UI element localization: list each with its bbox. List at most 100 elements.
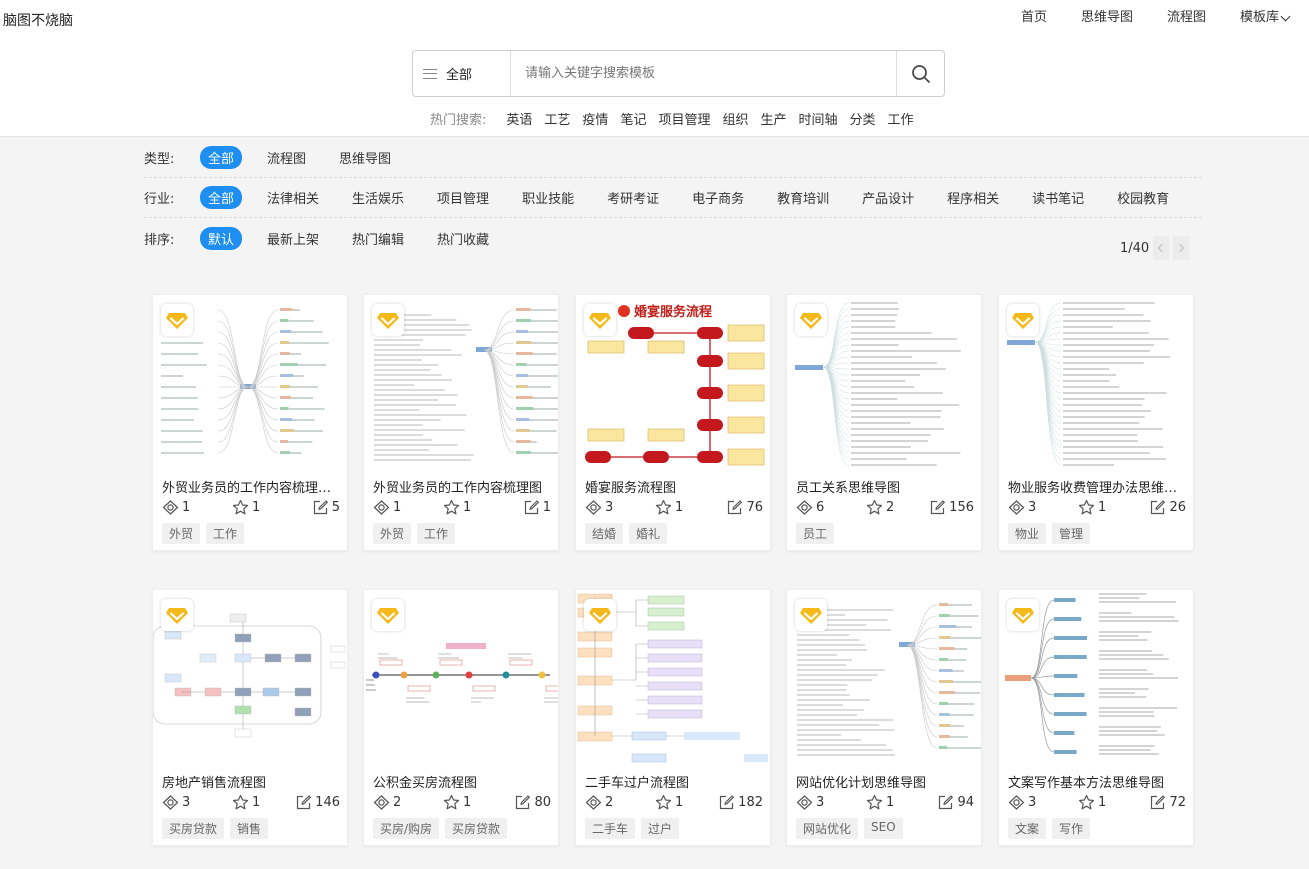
filter-industry-option[interactable]: 读书笔记 bbox=[1024, 186, 1092, 209]
filter-sort-option[interactable]: 最新上架 bbox=[259, 227, 327, 250]
favorites-stat[interactable]: 1 bbox=[866, 794, 894, 811]
card-thumbnail[interactable] bbox=[787, 590, 981, 765]
card-tag[interactable]: 外贸 bbox=[373, 523, 412, 544]
view-icon bbox=[585, 795, 602, 810]
filter-industry-option[interactable]: 职业技能 bbox=[514, 186, 582, 209]
card-title[interactable]: 二手车过户流程图 bbox=[585, 772, 765, 791]
template-card[interactable]: 员工关系思维导图 6 2 156 员工 bbox=[786, 294, 982, 551]
favorites-stat[interactable]: 1 bbox=[1078, 499, 1106, 516]
card-title[interactable]: 网站优化计划思维导图 bbox=[796, 772, 976, 791]
card-title[interactable]: 婚宴服务流程图 bbox=[585, 477, 765, 496]
card-title[interactable]: 公积金买房流程图 bbox=[373, 772, 553, 791]
card-thumbnail[interactable] bbox=[999, 590, 1193, 765]
hot-search-item[interactable]: 分类 bbox=[850, 109, 876, 128]
nav-templates[interactable]: 模板库 bbox=[1240, 9, 1291, 27]
template-card[interactable]: 外贸业务员的工作内容梳理图 1 1 1 外贸 工作 bbox=[363, 294, 559, 551]
card-title[interactable]: 物业服务收费管理办法思维导图 bbox=[1008, 477, 1188, 496]
card-thumbnail[interactable]: 婚宴服务流程 bbox=[576, 295, 770, 470]
nav-home[interactable]: 首页 bbox=[1021, 9, 1047, 27]
card-thumbnail[interactable] bbox=[787, 295, 981, 470]
template-card[interactable]: 公积金买房流程图 2 1 80 买房/购房 买房贷款 bbox=[363, 589, 559, 846]
search-category-select[interactable]: 全部 bbox=[413, 51, 511, 96]
card-title[interactable]: 外贸业务员的工作内容梳理图 bbox=[373, 477, 553, 496]
filter-type-option[interactable]: 流程图 bbox=[259, 146, 314, 169]
filter-industry-option[interactable]: 全部 bbox=[200, 186, 243, 209]
filter-sort-option[interactable]: 热门编辑 bbox=[344, 227, 412, 250]
nav-flowchart[interactable]: 流程图 bbox=[1167, 9, 1206, 27]
card-tag[interactable]: 买房贷款 bbox=[445, 818, 508, 839]
next-page-button[interactable] bbox=[1173, 236, 1190, 260]
card-tag[interactable]: 写作 bbox=[1052, 818, 1091, 839]
search-input[interactable] bbox=[511, 51, 896, 96]
filter-industry-option[interactable]: 程序相关 bbox=[939, 186, 1007, 209]
card-thumbnail[interactable] bbox=[576, 590, 770, 765]
filter-industry-option[interactable]: 生活娱乐 bbox=[344, 186, 412, 209]
filter-industry-option[interactable]: 产品设计 bbox=[854, 186, 922, 209]
card-tag[interactable]: 外贸 bbox=[162, 523, 201, 544]
favorites-stat[interactable]: 1 bbox=[443, 499, 471, 516]
filter-type-option[interactable]: 思维导图 bbox=[331, 146, 399, 169]
filter-industry-option[interactable]: 法律相关 bbox=[259, 186, 327, 209]
card-tag[interactable]: 二手车 bbox=[585, 818, 636, 839]
hot-search-item[interactable]: 时间轴 bbox=[799, 109, 838, 128]
card-tag[interactable]: 结婚 bbox=[585, 523, 624, 544]
template-card[interactable]: 外贸业务员的工作内容梳理图... 1 1 5 外贸 工作 bbox=[152, 294, 348, 551]
card-tag[interactable]: 文案 bbox=[1008, 818, 1047, 839]
template-card[interactable]: 二手车过户流程图 2 1 182 二手车 过户 bbox=[575, 589, 771, 846]
hot-search-item[interactable]: 工作 bbox=[888, 109, 914, 128]
card-tag[interactable]: 工作 bbox=[206, 523, 245, 544]
hot-search-item[interactable]: 英语 bbox=[506, 109, 532, 128]
hot-search-item[interactable]: 项目管理 bbox=[658, 109, 710, 128]
card-tag[interactable]: 买房贷款 bbox=[162, 818, 225, 839]
favorites-stat[interactable]: 1 bbox=[232, 794, 260, 811]
card-title[interactable]: 外贸业务员的工作内容梳理图... bbox=[162, 477, 342, 496]
card-tag[interactable]: 网站优化 bbox=[796, 818, 859, 839]
favorites-stat[interactable]: 2 bbox=[866, 499, 894, 516]
template-card[interactable]: 网站优化计划思维导图 3 1 94 网站优化 SEO bbox=[786, 589, 982, 846]
card-thumbnail[interactable] bbox=[153, 590, 347, 765]
search-button[interactable] bbox=[896, 51, 944, 96]
hot-search-item[interactable]: 疫情 bbox=[582, 109, 608, 128]
card-thumbnail[interactable] bbox=[153, 295, 347, 470]
card-tag[interactable]: 过户 bbox=[641, 818, 680, 839]
prev-page-button[interactable] bbox=[1153, 236, 1170, 260]
filter-industry-option[interactable]: 校园教育 bbox=[1109, 186, 1177, 209]
template-card[interactable]: 婚宴服务流程 婚宴服务流程图 3 1 76 结婚 婚礼 bbox=[575, 294, 771, 551]
favorites-stat[interactable]: 1 bbox=[443, 794, 471, 811]
edits-count: 182 bbox=[738, 795, 763, 810]
card-title[interactable]: 文案写作基本方法思维导图 bbox=[1008, 772, 1188, 791]
filter-industry-option[interactable]: 教育培训 bbox=[769, 186, 837, 209]
card-tag[interactable]: 工作 bbox=[417, 523, 456, 544]
favorites-stat[interactable]: 1 bbox=[232, 499, 260, 516]
site-logo[interactable]: 脑图不烧脑 bbox=[3, 10, 73, 30]
template-card[interactable]: 物业服务收费管理办法思维导图 3 1 26 物业 管理 bbox=[998, 294, 1194, 551]
favorites-stat[interactable]: 1 bbox=[655, 499, 683, 516]
template-card[interactable]: 房地产销售流程图 3 1 146 买房贷款 销售 bbox=[152, 589, 348, 846]
card-tag[interactable]: 物业 bbox=[1008, 523, 1047, 544]
filter-industry-option[interactable]: 考研考证 bbox=[599, 186, 667, 209]
hot-search-item[interactable]: 笔记 bbox=[620, 109, 646, 128]
card-thumbnail[interactable] bbox=[999, 295, 1193, 470]
card-title[interactable]: 员工关系思维导图 bbox=[796, 477, 976, 496]
card-tag[interactable]: 婚礼 bbox=[629, 523, 668, 544]
nav-mindmap[interactable]: 思维导图 bbox=[1081, 9, 1133, 27]
card-tag[interactable]: 员工 bbox=[796, 523, 835, 544]
filter-industry-option[interactable]: 项目管理 bbox=[429, 186, 497, 209]
card-tag[interactable]: 销售 bbox=[230, 818, 269, 839]
filter-type-option[interactable]: 全部 bbox=[200, 146, 243, 169]
card-title[interactable]: 房地产销售流程图 bbox=[162, 772, 342, 791]
template-card[interactable]: 文案写作基本方法思维导图 3 1 72 文案 写作 bbox=[998, 589, 1194, 846]
filter-sort-option[interactable]: 默认 bbox=[200, 226, 243, 250]
card-thumbnail[interactable] bbox=[364, 590, 558, 765]
filter-sort-option[interactable]: 热门收藏 bbox=[429, 227, 497, 250]
favorites-stat[interactable]: 1 bbox=[655, 794, 683, 811]
card-tag[interactable]: SEO bbox=[864, 818, 903, 839]
card-tag[interactable]: 买房/购房 bbox=[373, 818, 440, 839]
favorites-stat[interactable]: 1 bbox=[1078, 794, 1106, 811]
card-tag[interactable]: 管理 bbox=[1052, 523, 1091, 544]
filter-industry-option[interactable]: 电子商务 bbox=[684, 186, 752, 209]
hot-search-item[interactable]: 工艺 bbox=[544, 109, 570, 128]
card-thumbnail[interactable] bbox=[364, 295, 558, 470]
hot-search-item[interactable]: 组织 bbox=[722, 109, 748, 128]
hot-search-item[interactable]: 生产 bbox=[760, 109, 786, 128]
